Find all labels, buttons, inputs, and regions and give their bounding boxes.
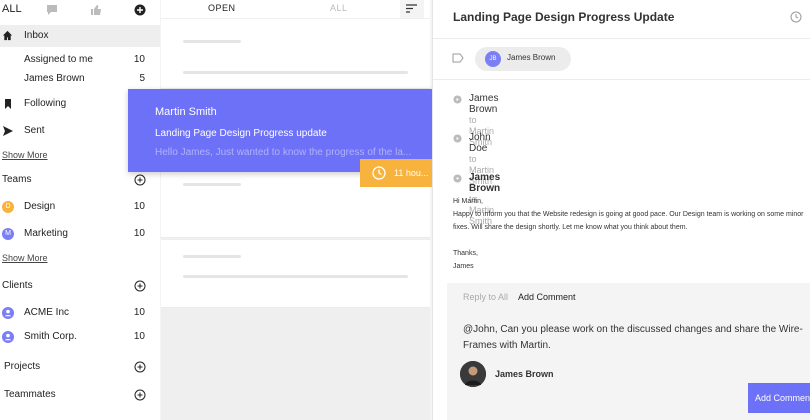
assigned-label: Assigned to me: [24, 54, 93, 65]
message-sender: James Brown: [469, 172, 501, 194]
sort-icon: [406, 4, 417, 13]
add-team-icon[interactable]: [134, 174, 146, 186]
design-count: 10: [133, 201, 145, 212]
list-item[interactable]: [161, 240, 430, 308]
home-icon: [2, 30, 13, 41]
thumbs-up-icon[interactable]: [90, 4, 102, 16]
avatar: [460, 361, 486, 387]
marketing-count: 10: [133, 228, 145, 239]
user-icon: [2, 307, 14, 319]
clock-icon: [372, 166, 386, 180]
collapse-icon: [453, 174, 462, 183]
message-body: Hi Martin, Happy to inform you that the …: [453, 195, 803, 273]
conversation-preview: Hello James, Just wanted to know the pro…: [155, 147, 412, 158]
clock-icon[interactable]: [790, 11, 802, 23]
comment-text[interactable]: @John, Can you please work on the discus…: [463, 322, 810, 354]
divider: [433, 38, 810, 39]
add-project-icon[interactable]: [134, 361, 146, 373]
message-line: Thanks,: [453, 250, 478, 257]
sender-name: Martin Smith: [155, 106, 217, 118]
expand-icon: [453, 95, 462, 104]
sidebar-filter-bar: ALL: [0, 0, 160, 20]
placeholder-line: [183, 183, 241, 186]
add-icon[interactable]: [134, 4, 146, 16]
marketing-avatar: M: [2, 228, 14, 240]
james-brown-count: 5: [139, 73, 145, 84]
message-line: fixes. Will share the design shortly. Le…: [453, 224, 688, 231]
send-icon: [3, 126, 13, 136]
inbox-label: Inbox: [24, 30, 49, 41]
filter-all[interactable]: ALL: [2, 3, 22, 15]
add-comment-button[interactable]: Add Comment: [748, 383, 810, 413]
james-brown-label: James Brown: [24, 73, 85, 84]
snooze-time-badge[interactable]: 11 hou...: [360, 159, 436, 187]
commenter-name: James Brown: [495, 369, 554, 379]
conversation-list: OPEN ALL: [161, 0, 430, 420]
sent-label: Sent: [24, 125, 45, 136]
teammates-title: Teammates: [4, 389, 56, 400]
conversation-detail: Landing Page Design Progress Update JB J…: [432, 0, 810, 420]
smith-corp-count: 10: [133, 331, 145, 342]
expand-icon: [453, 134, 462, 143]
design-avatar: D: [2, 201, 14, 213]
chat-icon[interactable]: [46, 4, 58, 16]
sidebar-item-james-brown[interactable]: James Brown 5: [0, 71, 160, 87]
sidebar-item-smith-corp[interactable]: Smith Corp. 10: [0, 329, 160, 345]
projects-header: Projects: [0, 359, 160, 375]
person-icon: [460, 361, 486, 387]
user-icon: [2, 331, 14, 343]
placeholder-line: [183, 40, 241, 43]
message-line: [453, 234, 803, 247]
projects-title: Projects: [4, 361, 41, 372]
sidebar-item-assigned[interactable]: Assigned to me 10: [0, 52, 160, 68]
avatar: JB: [485, 51, 501, 67]
conversation-title: Landing Page Design Progress Update: [453, 10, 675, 24]
following-label: Following: [24, 98, 67, 109]
design-label: Design: [24, 201, 56, 212]
tag-icon: [452, 53, 464, 63]
tab-all[interactable]: ALL: [330, 3, 348, 13]
acme-label: ACME Inc: [24, 307, 70, 318]
bookmark-icon: [5, 99, 11, 109]
sidebar-item-marketing[interactable]: M Marketing 10: [0, 226, 160, 242]
sort-button[interactable]: [400, 0, 424, 18]
message-line: Hi Martin,: [453, 198, 483, 205]
time-label: 11 hou...: [394, 168, 429, 178]
smith-corp-label: Smith Corp.: [24, 331, 77, 342]
divider: [433, 79, 810, 80]
teams-header: Teams: [0, 172, 160, 188]
message-line: James: [453, 263, 474, 270]
add-client-icon[interactable]: [134, 280, 146, 292]
assigned-count: 10: [133, 54, 145, 65]
tab-add-comment[interactable]: Add Comment: [518, 292, 576, 302]
list-item[interactable]: [161, 19, 430, 89]
add-teammate-icon[interactable]: [134, 389, 146, 401]
placeholder-line: [183, 275, 408, 278]
assignee-chip[interactable]: JB James Brown: [475, 47, 571, 71]
tab-open[interactable]: OPEN: [208, 3, 236, 13]
sidebar-item-acme[interactable]: ACME Inc 10: [0, 305, 160, 321]
conversation-subject: Landing Page Design Progress update: [155, 128, 327, 139]
placeholder-line: [183, 71, 408, 74]
list-tabs: OPEN ALL: [161, 0, 430, 18]
message-line: Happy to inform you that the Website red…: [453, 211, 804, 218]
show-more-teams-link[interactable]: Show More: [2, 253, 48, 263]
sidebar-item-design[interactable]: D Design 10: [0, 199, 160, 215]
acme-count: 10: [133, 307, 145, 318]
teammates-header: Teammates: [0, 387, 160, 403]
tab-reply-all[interactable]: Reply to All: [463, 292, 508, 302]
clients-header: Clients: [0, 278, 160, 294]
placeholder-line: [183, 255, 241, 258]
show-more-link[interactable]: Show More: [2, 150, 48, 160]
message-sender: John Doe: [469, 132, 491, 154]
assignee-name: James Brown: [507, 53, 556, 62]
sidebar: ALL Inbox Assigned to me 10 James Brown …: [0, 0, 160, 420]
teams-title: Teams: [2, 174, 32, 185]
sidebar-item-inbox[interactable]: Inbox: [0, 25, 160, 47]
message-sender: James Brown: [469, 93, 499, 115]
clients-title: Clients: [2, 280, 33, 291]
marketing-label: Marketing: [24, 228, 68, 239]
